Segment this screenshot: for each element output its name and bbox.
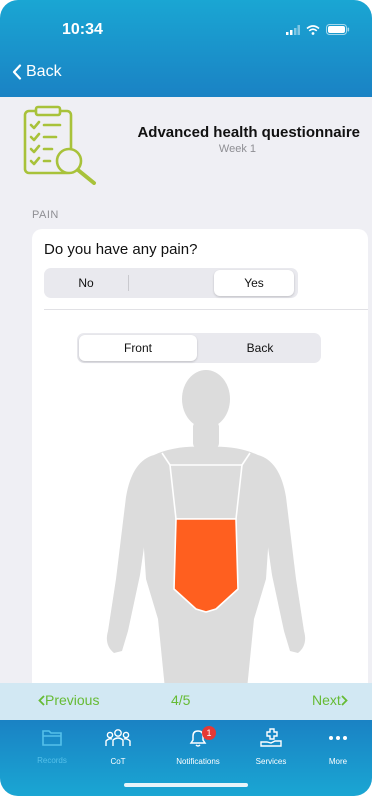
next-button[interactable]: Next: [312, 692, 348, 708]
question-text: Do you have any pain?: [44, 241, 198, 258]
tab-label-notifications: Notifications: [176, 757, 220, 766]
question-card: Do you have any pain? No Yes Front Back: [32, 229, 368, 689]
chevron-left-icon: [12, 64, 22, 80]
page-indicator: 4/5: [171, 692, 191, 708]
folder-icon: [42, 730, 62, 746]
back-label: Back: [26, 63, 62, 80]
page-subtitle: Week 1: [218, 143, 256, 155]
back-button[interactable]: Back: [12, 63, 62, 81]
abdomen-region: [173, 518, 239, 613]
hand-cross-icon: [260, 728, 282, 747]
tab-label-services: Services: [255, 757, 287, 766]
segment-divider: [128, 275, 129, 291]
people-icon: [105, 729, 131, 746]
tab-records[interactable]: Records: [20, 728, 84, 765]
system-icons: [286, 24, 350, 35]
body-neck: [193, 421, 219, 449]
body-view-toggle: Front Back: [77, 333, 321, 363]
wifi-icon: [306, 24, 320, 35]
tab-cot[interactable]: CoT: [86, 728, 150, 766]
chevron-right-icon: [341, 695, 348, 706]
chevron-left-icon: [38, 695, 45, 706]
tab-label-more: More: [328, 757, 348, 766]
notification-badge: 1: [202, 726, 216, 740]
pain-segmented-control: No Yes: [44, 268, 298, 298]
battery-icon: [326, 24, 350, 35]
card-divider: [44, 309, 368, 310]
tab-label-cot: CoT: [110, 757, 126, 766]
section-label: PAIN: [32, 209, 59, 221]
previous-button[interactable]: Previous: [38, 692, 99, 708]
clipboard-search-icon: [23, 105, 96, 185]
body-map[interactable]: [96, 369, 316, 689]
tab-label-records: Records: [37, 756, 67, 765]
top-bar: 10:34 Back: [0, 0, 372, 97]
body-head: [182, 370, 230, 428]
tab-notifications[interactable]: 1 Notifications: [166, 726, 230, 766]
status-time: 10:34: [62, 21, 103, 38]
option-yes[interactable]: Yes: [214, 270, 294, 296]
view-back[interactable]: Back: [201, 335, 319, 361]
view-front[interactable]: Front: [79, 335, 197, 361]
home-indicator: [124, 783, 248, 787]
pager-bar: Previous 4/5 Next: [0, 683, 372, 720]
previous-label: Previous: [45, 692, 100, 708]
more-icon: [329, 736, 347, 740]
option-no[interactable]: No: [46, 270, 126, 296]
tab-services[interactable]: Services: [239, 728, 303, 766]
page-title: Advanced health questionnaire: [137, 124, 360, 141]
signal-icon: [286, 24, 300, 35]
tab-more[interactable]: More: [306, 728, 370, 766]
next-label: Next: [312, 692, 341, 708]
phone-screen: 10:34 Back Advanced health questionnaire…: [0, 0, 372, 796]
